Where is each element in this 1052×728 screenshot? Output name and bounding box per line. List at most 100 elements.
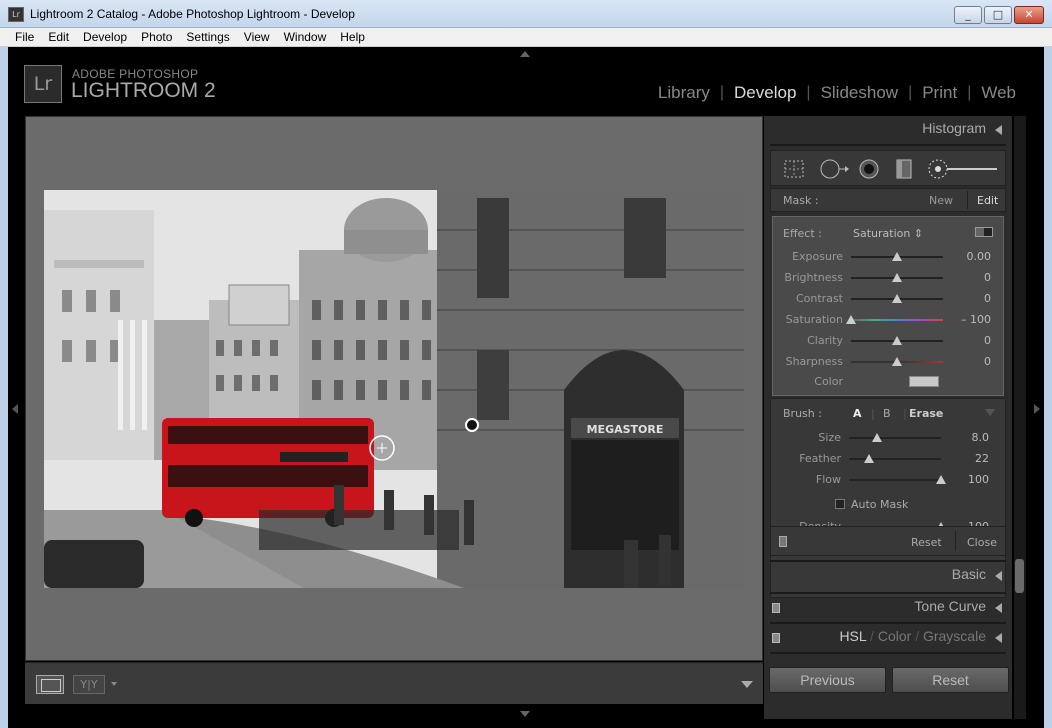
crop-overlay-icon[interactable] xyxy=(783,158,805,180)
scrollbar-thumb[interactable] xyxy=(1015,559,1024,593)
tab-color[interactable]: Color xyxy=(878,628,911,644)
panel-divider xyxy=(770,144,1006,146)
left-panel-toggle-icon[interactable] xyxy=(12,404,18,414)
collapse-arrow-icon xyxy=(995,633,1002,643)
auto-mask-checkbox[interactable] xyxy=(835,499,845,509)
menu-window[interactable]: Window xyxy=(277,28,334,46)
collapse-arrow-icon xyxy=(995,603,1002,613)
slider-track[interactable] xyxy=(849,437,941,439)
brand-line-2: LIGHTROOM 2 xyxy=(71,79,216,102)
minimize-button[interactable]: _ xyxy=(954,6,982,24)
exposure-slider-row: Exposure 0.00 xyxy=(773,247,1005,267)
adjustment-brush-icon[interactable] xyxy=(927,158,999,180)
module-web[interactable]: Web xyxy=(971,83,1026,103)
brush-b-button[interactable]: B xyxy=(883,407,891,420)
panel-enable-switch[interactable] xyxy=(772,633,780,643)
auto-mask-label: Auto Mask xyxy=(851,498,909,511)
tab-grayscale[interactable]: Grayscale xyxy=(923,628,986,644)
module-library[interactable]: Library xyxy=(648,83,720,103)
slider-thumb[interactable] xyxy=(936,475,946,484)
hsl-tabs: HSL / Color / Grayscale xyxy=(839,628,986,644)
brush-erase-button[interactable]: Erase xyxy=(909,407,943,420)
top-panel-toggle-icon[interactable] xyxy=(520,51,530,57)
right-panel-scrollbar[interactable] xyxy=(1014,116,1026,719)
slider-thumb[interactable] xyxy=(846,315,856,324)
menu-edit[interactable]: Edit xyxy=(41,28,76,46)
menu-view[interactable]: View xyxy=(237,28,277,46)
slider-value[interactable]: 0.00 xyxy=(967,250,992,263)
basic-panel-header[interactable]: Basic xyxy=(770,562,1006,590)
menu-develop[interactable]: Develop xyxy=(76,28,134,46)
adjustment-pin-icon[interactable] xyxy=(465,418,479,432)
brush-collapse-icon[interactable] xyxy=(985,409,995,416)
tool-enable-switch[interactable] xyxy=(779,536,787,547)
slider-thumb[interactable] xyxy=(892,273,902,282)
tab-hsl[interactable]: HSL xyxy=(839,628,866,644)
right-panel-toggle-icon[interactable] xyxy=(1034,404,1040,414)
slider-thumb[interactable] xyxy=(892,357,902,366)
tone-curve-panel-header[interactable]: Tone Curve xyxy=(770,594,1006,622)
slider-value[interactable]: – 100 xyxy=(961,313,991,326)
module-develop[interactable]: Develop xyxy=(724,83,806,103)
slider-value[interactable]: 0 xyxy=(984,334,991,347)
reset-button[interactable]: Reset xyxy=(892,667,1009,693)
effect-panel: Effect : Saturation ⇕ Exposure 0.00 Brig… xyxy=(772,216,1004,396)
color-swatch[interactable] xyxy=(909,376,939,387)
slider-track[interactable] xyxy=(849,458,941,460)
contrast-slider-row: Contrast 0 xyxy=(773,289,1005,309)
slider-value[interactable]: 0 xyxy=(984,271,991,284)
close-button[interactable]: ✕ xyxy=(1014,6,1044,24)
lightroom-app: Lr ADOBE PHOTOSHOP LIGHTROOM 2 Library |… xyxy=(8,47,1044,728)
menu-settings[interactable]: Settings xyxy=(179,28,236,46)
module-print[interactable]: Print xyxy=(912,83,967,103)
slider-value[interactable]: 0 xyxy=(984,355,991,368)
brush-a-button[interactable]: A xyxy=(853,407,862,420)
menu-file[interactable]: File xyxy=(8,28,41,46)
lightroom-app-icon: Lr xyxy=(8,7,24,22)
module-slideshow[interactable]: Slideshow xyxy=(811,83,909,103)
tool-close-button[interactable]: Close xyxy=(967,536,997,549)
menu-help[interactable]: Help xyxy=(333,28,372,46)
photo-canvas[interactable]: MEGASTORE xyxy=(25,116,763,661)
slider-track[interactable] xyxy=(851,319,943,321)
graduated-filter-icon[interactable] xyxy=(893,158,915,180)
loupe-view-button[interactable] xyxy=(36,675,64,694)
hsl-panel-header[interactable]: HSL / Color / Grayscale xyxy=(770,624,1006,652)
tool-reset-button[interactable]: Reset xyxy=(911,536,942,549)
collapse-arrow-icon xyxy=(995,125,1002,135)
red-eye-correction-icon[interactable] xyxy=(858,158,880,180)
slider-thumb[interactable] xyxy=(892,336,902,345)
histogram-panel-header[interactable]: Histogram xyxy=(770,116,1006,144)
module-picker: Library | Develop | Slideshow | Print | … xyxy=(648,83,1026,103)
maximize-button[interactable]: □ xyxy=(984,6,1012,24)
slider-value[interactable]: 0 xyxy=(984,292,991,305)
effect-select[interactable]: Saturation ⇕ xyxy=(853,227,923,240)
effect-toggle-icon[interactable] xyxy=(975,227,993,237)
menu-photo[interactable]: Photo xyxy=(134,28,179,46)
spot-removal-icon[interactable] xyxy=(819,158,849,180)
before-after-button[interactable]: Y|Y xyxy=(73,675,105,694)
before-after-dropdown-icon[interactable] xyxy=(111,682,117,686)
slider-label: Contrast xyxy=(795,292,843,305)
color-label: Color xyxy=(814,375,843,388)
previous-button[interactable]: Previous xyxy=(769,667,886,693)
mask-separator xyxy=(967,191,968,209)
tool-footer: Reset Close xyxy=(770,526,1006,556)
footer-separator xyxy=(955,531,956,551)
bottom-panel-toggle-icon[interactable] xyxy=(520,711,530,717)
bottom-toolbar: Y|Y xyxy=(25,662,763,704)
slider-value[interactable]: 8.0 xyxy=(972,431,990,444)
slider-thumb[interactable] xyxy=(871,433,882,442)
slider-thumb[interactable] xyxy=(864,454,875,463)
slider-track[interactable] xyxy=(849,479,941,481)
toolbar-menu-arrow-icon[interactable] xyxy=(741,681,753,688)
slider-value[interactable]: 100 xyxy=(968,473,989,486)
mask-new-button[interactable]: New xyxy=(929,194,953,207)
basic-title: Basic xyxy=(951,566,986,582)
panel-enable-switch[interactable] xyxy=(772,603,780,613)
slider-thumb[interactable] xyxy=(892,252,902,261)
photo-image[interactable]: MEGASTORE xyxy=(44,190,744,588)
slider-thumb[interactable] xyxy=(892,294,902,303)
mask-edit-button[interactable]: Edit xyxy=(977,194,998,207)
slider-value[interactable]: 22 xyxy=(975,452,989,465)
